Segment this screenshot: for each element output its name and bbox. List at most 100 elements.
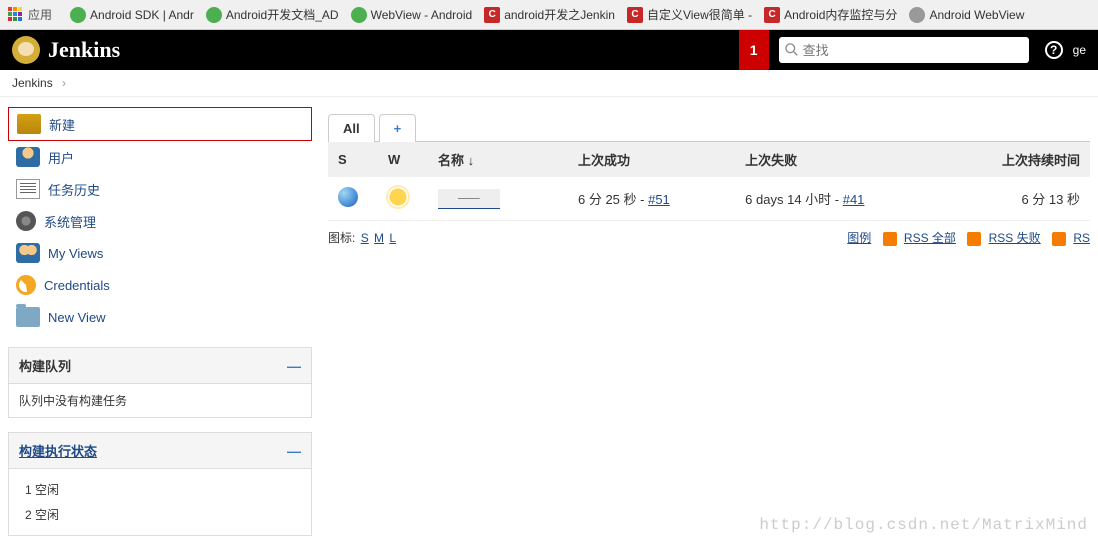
user-icon	[16, 147, 40, 167]
search-input[interactable]	[803, 43, 1023, 58]
jenkins-face-icon	[12, 36, 40, 64]
jenkins-title: Jenkins	[48, 37, 120, 63]
bookmark-favicon-icon	[351, 7, 367, 23]
rss-latest[interactable]: RS	[1073, 231, 1090, 245]
breadcrumb: Jenkins ›	[0, 70, 1098, 97]
bookmark-item[interactable]: Android WebView	[903, 4, 1030, 25]
tab-add[interactable]: +	[379, 114, 417, 142]
header: Jenkins 1 ? ge	[0, 30, 1098, 70]
sidebar-item-label: New View	[48, 310, 106, 325]
executor-panel-title[interactable]: 构建执行状态	[19, 441, 97, 460]
bookmark-item[interactable]: Android SDK | Andr	[64, 4, 200, 25]
col-name[interactable]: 名称 ↓	[428, 142, 568, 177]
sidebar-item-gear[interactable]: 系统管理	[8, 205, 312, 237]
rss-fail[interactable]: RSS 失败	[989, 231, 1041, 245]
bookmark-favicon-icon: C	[627, 7, 643, 23]
icon-size-row: 图标: S M L	[328, 221, 396, 254]
bookmark-label: android开发之Jenkin	[504, 6, 615, 23]
col-last-failure[interactable]: 上次失败	[735, 142, 943, 177]
bookmark-label: Android开发文档_AD	[226, 6, 339, 23]
sidebar-item-folder[interactable]: New View	[8, 301, 312, 333]
notification-badge[interactable]: 1	[739, 30, 769, 70]
bookmark-label: Android内存监控与分	[784, 6, 897, 23]
sidebar-item-label: My Views	[48, 246, 103, 261]
status-ball-icon[interactable]	[338, 187, 358, 207]
bookmarks-bar: 应用 Android SDK | Andr Android开发文档_AD WebVi…	[0, 0, 1098, 30]
cred-icon	[12, 271, 40, 299]
new-icon	[17, 114, 41, 134]
collapse-icon[interactable]: —	[287, 443, 301, 459]
queue-panel-title: 构建队列	[19, 356, 71, 375]
queue-panel: 构建队列 — 队列中没有构建任务	[8, 347, 312, 418]
executor-row: 2 空闲	[19, 502, 301, 527]
weather-sun-icon[interactable]	[388, 187, 408, 207]
jenkins-logo[interactable]: Jenkins	[12, 36, 120, 64]
sidebar-item-views[interactable]: My Views	[8, 237, 312, 269]
search-box	[779, 37, 1029, 63]
icon-size-l[interactable]: L	[389, 231, 396, 245]
help-icon[interactable]: ?	[1045, 41, 1063, 59]
bookmark-item[interactable]: Android开发文档_AD	[200, 4, 345, 25]
collapse-icon[interactable]: —	[287, 358, 301, 374]
duration: 6 分 13 秒	[943, 177, 1090, 221]
apps-icon[interactable]	[8, 7, 24, 23]
tab-all[interactable]: All	[328, 114, 375, 142]
executor-row: 1 空闲	[19, 477, 301, 502]
bookmark-favicon-icon: C	[484, 7, 500, 23]
user-label[interactable]: ge	[1073, 43, 1086, 57]
bookmark-item[interactable]: CAndroid内存监控与分	[758, 4, 903, 25]
sidebar: 新建用户任务历史系统管理My ViewsCredentialsNew View …	[0, 97, 320, 546]
history-icon	[16, 179, 40, 199]
sidebar-item-cred[interactable]: Credentials	[8, 269, 312, 301]
last-failure-text: 6 days 14 小时 -	[745, 192, 843, 207]
sidebar-item-label: 新建	[49, 115, 75, 134]
rss-icon	[1052, 232, 1066, 246]
sidebar-item-label: 系统管理	[44, 212, 96, 231]
apps-label: 应用	[28, 6, 52, 23]
col-last-success[interactable]: 上次成功	[568, 142, 735, 177]
col-status[interactable]: S	[328, 142, 378, 177]
bookmark-favicon-icon	[909, 7, 925, 23]
bookmark-label: 自定义View很简单 -	[647, 6, 752, 23]
sidebar-item-label: Credentials	[44, 278, 110, 293]
last-failure-build[interactable]: #41	[843, 192, 865, 207]
views-icon	[16, 243, 40, 263]
last-success-text: 6 分 25 秒 -	[578, 192, 648, 207]
bookmark-label: WebView - Android	[371, 8, 473, 22]
gear-icon	[16, 211, 36, 231]
job-table: S W 名称 ↓ 上次成功 上次失败 上次持续时间 6 分 25 秒 - #51	[328, 142, 1090, 221]
icon-size-m[interactable]: M	[374, 231, 384, 245]
executor-panel: 构建执行状态 — 1 空闲2 空闲	[8, 432, 312, 536]
rss-row: 图例 RSS 全部 RSS 失败 RS	[843, 221, 1090, 254]
last-success-build[interactable]: #51	[648, 192, 670, 207]
rss-icon	[883, 232, 897, 246]
queue-empty-text: 队列中没有构建任务	[9, 384, 311, 417]
job-name[interactable]	[438, 189, 500, 209]
sidebar-item-label: 用户	[48, 148, 74, 167]
bookmark-label: Android SDK | Andr	[90, 8, 194, 22]
bookmark-item[interactable]: Candroid开发之Jenkin	[478, 4, 621, 25]
watermark: http://blog.csdn.net/MatrixMind	[759, 516, 1088, 534]
bookmark-favicon-icon: C	[764, 7, 780, 23]
icon-size-s[interactable]: S	[361, 231, 369, 245]
rss-all[interactable]: RSS 全部	[904, 231, 956, 245]
content: All + S W 名称 ↓ 上次成功 上次失败 上次持续时间	[320, 97, 1098, 546]
sidebar-item-new[interactable]: 新建	[8, 107, 312, 141]
icons-label: 图标:	[328, 231, 355, 245]
rss-icon	[967, 232, 981, 246]
sidebar-item-user[interactable]: 用户	[8, 141, 312, 173]
col-duration[interactable]: 上次持续时间	[943, 142, 1090, 177]
breadcrumb-separator-icon: ›	[62, 76, 66, 90]
sidebar-item-label: 任务历史	[48, 180, 100, 199]
sidebar-item-history[interactable]: 任务历史	[8, 173, 312, 205]
folder-icon	[16, 307, 40, 327]
legend-link[interactable]: 图例	[847, 231, 871, 245]
tabs: All +	[328, 113, 1090, 142]
col-weather[interactable]: W	[378, 142, 428, 177]
bookmark-favicon-icon	[70, 7, 86, 23]
bookmark-item[interactable]: WebView - Android	[345, 4, 479, 25]
table-row: 6 分 25 秒 - #51 6 days 14 小时 - #41 6 分 13…	[328, 177, 1090, 221]
bookmark-item[interactable]: C自定义View很简单 -	[621, 4, 758, 25]
search-icon	[785, 43, 799, 57]
breadcrumb-item[interactable]: Jenkins	[12, 76, 53, 90]
